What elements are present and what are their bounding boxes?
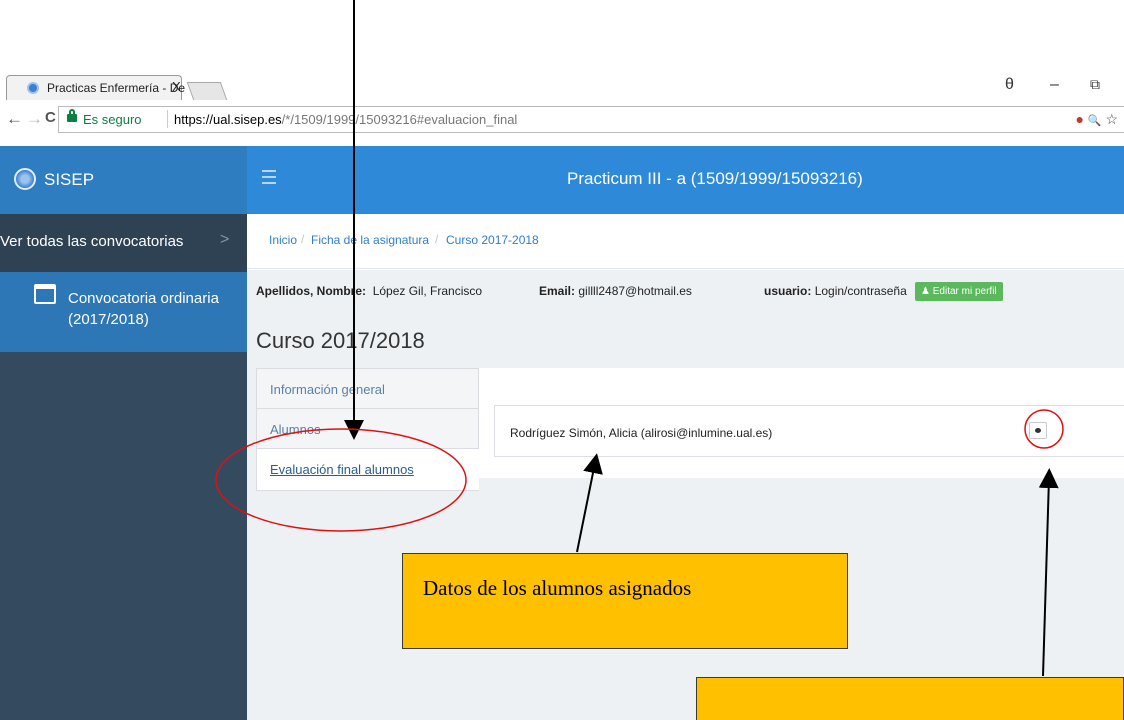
email-value: gillll2487@hotmail.es [578, 284, 692, 298]
url-path: /*/1509/1999/15093216#evaluacion_final [281, 112, 518, 127]
sidebar-item-label: Convocatoria ordinaria [68, 290, 219, 307]
address-bar[interactable]: Es seguro https://ual.sisep.es/*/1509/19… [58, 106, 1124, 133]
extension-icon[interactable]: ● [1075, 111, 1083, 127]
name-label: Apellidos, Nombre: [256, 284, 367, 298]
list-item: Rodríguez Simón, Alicia (alirosi@inlumin… [494, 405, 1124, 457]
top-bar: Practicum III - a (1509/1999/15093216) [247, 146, 1124, 214]
breadcrumb-subject[interactable]: Ficha de la asignatura [311, 233, 429, 247]
name-value: López Gil, Francisco [372, 284, 483, 298]
menu-icon[interactable] [262, 170, 276, 184]
user-icon: ♟ [921, 286, 930, 297]
browser-tabstrip: Practicas Enfermería - De X θ – ⧉ [0, 70, 1124, 100]
zoom-icon[interactable]: 🔍 [1088, 115, 1102, 127]
annotation-callout-text: Datos de los alumnos asignados [423, 576, 692, 600]
new-tab-button[interactable] [186, 82, 228, 100]
tab-close-icon[interactable]: X [172, 79, 181, 94]
breadcrumb-separator: / [435, 232, 439, 246]
sisep-logo-icon [14, 168, 36, 190]
minimize-button[interactable]: – [1050, 76, 1059, 94]
account-icon[interactable]: θ [1005, 76, 1014, 94]
browser-toolbar: ← → C Es seguro https://ual.sisep.es/*/1… [0, 100, 1124, 144]
view-student-button[interactable] [1029, 422, 1047, 439]
breadcrumb: Inicio / Ficha de la asignatura / Curso … [247, 214, 1124, 269]
tab-general-info[interactable]: Información general [256, 368, 479, 408]
tab-students[interactable]: Alumnos [256, 408, 479, 448]
profile-name: Apellidos, Nombre: López Gil, Francisco [256, 284, 482, 298]
tab-panel: Rodríguez Simón, Alicia (alirosi@inlumin… [479, 368, 1124, 478]
breadcrumb-course[interactable]: Curso 2017-2018 [446, 233, 539, 247]
favicon-icon [27, 82, 39, 94]
tab-final-evaluation[interactable]: Evaluación final alumnos [256, 448, 479, 491]
address-divider [167, 110, 168, 128]
sidebar-item-sublabel: (2017/2018) [68, 311, 149, 328]
forward-button[interactable]: → [26, 109, 43, 129]
annotation-callout: Datos de los alumnos asignados [402, 553, 848, 649]
screenshot: Practicas Enfermería - De X θ – ⧉ ← → C … [0, 0, 1124, 720]
reload-button[interactable]: C [45, 109, 56, 126]
profile-user: usuario: Login/contraseña [764, 284, 907, 298]
edit-profile-button[interactable]: ♟ Editar mi perfil [915, 282, 1003, 301]
lock-icon [67, 109, 77, 122]
course-tabs: Información general Alumnos Evaluación f… [256, 368, 479, 491]
sidebar-item-ordinary-call[interactable]: Convocatoria ordinaria (2017/2018) [0, 272, 247, 352]
tab-title: Practicas Enfermería - De [47, 81, 186, 95]
browser-tab[interactable]: Practicas Enfermería - De X [6, 75, 186, 100]
sidebar-item-label: Ver todas las convocatorias [0, 233, 184, 250]
url-text: https://ual.sisep.es/*/1509/1999/1509321… [174, 112, 517, 127]
edit-profile-label: Editar mi perfil [932, 286, 997, 297]
sidebar-item-all-calls[interactable]: Ver todas las convocatorias > [0, 214, 247, 272]
calendar-icon [34, 284, 56, 304]
omnibox-icons: ● 🔍 ☆ [1075, 111, 1118, 128]
brand-header[interactable]: SISEP [0, 146, 247, 214]
bookmark-star-icon[interactable]: ☆ [1105, 111, 1118, 127]
student-name: Rodríguez Simón, Alicia (alirosi@inlumin… [510, 426, 773, 440]
back-button[interactable]: ← [6, 109, 23, 129]
profile-email: Email: gillll2487@hotmail.es [539, 284, 692, 298]
main-content: Apellidos, Nombre: López Gil, Francisco … [247, 270, 1124, 720]
secure-label: Es seguro [83, 112, 142, 127]
annotation-callout-secondary [696, 677, 1124, 720]
email-label: Email: [539, 284, 576, 298]
restore-button[interactable]: ⧉ [1090, 76, 1100, 93]
course-title: Curso 2017/2018 [256, 328, 425, 353]
url-host: https://ual.sisep.es [174, 112, 282, 127]
chevron-right-icon: > [220, 231, 230, 248]
user-value: Login/contraseña [814, 284, 907, 298]
brand-name: SISEP [44, 170, 95, 189]
sidebar: SISEP Ver todas las convocatorias > Conv… [0, 146, 247, 720]
eye-icon [1035, 428, 1041, 433]
user-label: usuario: [764, 284, 812, 298]
breadcrumb-home[interactable]: Inicio [269, 233, 297, 247]
page-title: Practicum III - a (1509/1999/15093216) [567, 169, 863, 188]
breadcrumb-separator: / [301, 232, 305, 246]
